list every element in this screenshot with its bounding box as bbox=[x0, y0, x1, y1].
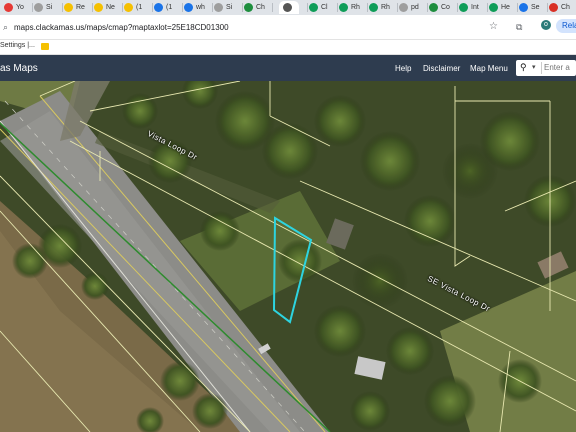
browser-tab[interactable] bbox=[279, 1, 299, 14]
tab-favicon-icon bbox=[34, 3, 43, 12]
search-icon[interactable]: ⚲ bbox=[520, 62, 527, 73]
tab-favicon-icon bbox=[283, 3, 292, 12]
tab-separator bbox=[337, 3, 338, 12]
tab-favicon-icon bbox=[309, 3, 318, 12]
tab-favicon-icon bbox=[519, 3, 528, 12]
tab-favicon-icon bbox=[244, 3, 253, 12]
tab-favicon-icon bbox=[459, 3, 468, 12]
tab-favicon-icon bbox=[154, 3, 163, 12]
tab-separator bbox=[272, 3, 273, 12]
tab-separator bbox=[62, 3, 63, 12]
browser-tab[interactable]: wh bbox=[184, 1, 205, 14]
browser-tab[interactable]: Rh bbox=[369, 1, 390, 14]
tab-label: Int bbox=[471, 4, 479, 11]
browser-tab[interactable]: Co bbox=[429, 1, 450, 14]
tab-label: Ne bbox=[106, 4, 115, 11]
site-info-icon[interactable]: ⌕ bbox=[3, 22, 8, 33]
tab-separator bbox=[457, 3, 458, 12]
search-divider bbox=[541, 62, 542, 74]
tab-separator bbox=[32, 3, 33, 12]
tab-separator bbox=[92, 3, 93, 12]
tab-label: wh bbox=[196, 4, 205, 11]
nav-map-menu[interactable]: Map Menu bbox=[470, 64, 508, 73]
bookmark-folder-icon[interactable] bbox=[41, 43, 49, 50]
tab-label: He bbox=[501, 4, 510, 11]
tab-favicon-icon bbox=[549, 3, 558, 12]
extensions-icon[interactable]: ⧉ bbox=[516, 22, 522, 33]
tab-favicon-icon bbox=[429, 3, 438, 12]
tab-separator bbox=[152, 3, 153, 12]
tab-label: Yo bbox=[16, 4, 24, 11]
browser-tab[interactable]: Ne bbox=[94, 1, 115, 14]
search-box: ⚲ ▾ bbox=[516, 60, 576, 76]
tab-label: Cl bbox=[321, 4, 328, 11]
tab-label: Ch bbox=[561, 4, 570, 11]
map-canvas[interactable]: Vista Loop Dr SE Vista Loop Dr bbox=[0, 81, 576, 432]
browser-tab[interactable]: Int bbox=[459, 1, 479, 14]
address-bar: ⌕ maps.clackamas.us/maps/cmap?maptaxlot=… bbox=[0, 15, 576, 40]
tab-separator bbox=[427, 3, 428, 12]
tab-label: Co bbox=[441, 4, 450, 11]
tab-favicon-icon bbox=[184, 3, 193, 12]
profile-avatar[interactable]: o bbox=[541, 20, 551, 30]
app-header: as Maps Help Disclaimer Map Menu ⚲ ▾ bbox=[0, 55, 576, 81]
tab-label: Si bbox=[226, 4, 233, 11]
tab-separator bbox=[122, 3, 123, 12]
tab-separator bbox=[307, 3, 308, 12]
url-field[interactable]: maps.clackamas.us/maps/cmap?maptaxlot=25… bbox=[14, 23, 229, 32]
browser-tab[interactable]: Si bbox=[34, 1, 52, 14]
tab-favicon-icon bbox=[369, 3, 378, 12]
tab-label: Ch bbox=[256, 4, 265, 11]
tab-favicon-icon bbox=[489, 3, 498, 12]
browser-tab[interactable]: Cl bbox=[309, 1, 328, 14]
tab-favicon-icon bbox=[124, 3, 133, 12]
aerial-imagery bbox=[0, 81, 576, 432]
browser-tab[interactable]: Ch bbox=[244, 1, 265, 14]
tab-label: (1 bbox=[166, 4, 173, 11]
tab-separator bbox=[547, 3, 548, 12]
tab-favicon-icon bbox=[4, 3, 13, 12]
tab-label: (1 bbox=[136, 4, 143, 11]
tab-label: Si bbox=[46, 4, 53, 11]
tab-separator bbox=[367, 3, 368, 12]
browser-tab[interactable]: Si bbox=[214, 1, 232, 14]
browser-tab[interactable]: Rh bbox=[339, 1, 360, 14]
browser-tab[interactable]: Re bbox=[64, 1, 85, 14]
tab-strip: Yo Si Re Ne (1 (1 wh Si Ch Cl Rh Rh pd Co Int He Se Ch bbox=[0, 0, 576, 15]
bookmarks-bar: Settings |... bbox=[0, 40, 576, 55]
browser-tab[interactable]: Ch bbox=[549, 1, 570, 14]
tab-separator bbox=[397, 3, 398, 12]
tab-label: pd bbox=[411, 4, 419, 11]
browser-tab[interactable]: He bbox=[489, 1, 510, 14]
tab-favicon-icon bbox=[64, 3, 73, 12]
bookmark-star-icon[interactable]: ☆ bbox=[489, 21, 498, 32]
browser-tab[interactable]: Se bbox=[519, 1, 540, 14]
tab-favicon-icon bbox=[214, 3, 223, 12]
app-title: as Maps bbox=[0, 63, 38, 74]
nav-disclaimer[interactable]: Disclaimer bbox=[423, 64, 460, 73]
browser-tab[interactable]: (1 bbox=[124, 1, 142, 14]
browser-tab[interactable]: (1 bbox=[154, 1, 172, 14]
chevron-down-icon[interactable]: ▾ bbox=[532, 63, 536, 71]
browser-tab[interactable]: Yo bbox=[4, 1, 24, 14]
relaunch-button[interactable]: Rela bbox=[556, 19, 576, 33]
tab-favicon-icon bbox=[399, 3, 408, 12]
tab-separator bbox=[487, 3, 488, 12]
browser-tab[interactable]: pd bbox=[399, 1, 419, 14]
tab-label: Rh bbox=[381, 4, 390, 11]
tab-label: Re bbox=[76, 4, 85, 11]
nav-help[interactable]: Help bbox=[395, 64, 411, 73]
tab-separator bbox=[212, 3, 213, 12]
tab-separator bbox=[242, 3, 243, 12]
tab-label: Se bbox=[531, 4, 540, 11]
tab-favicon-icon bbox=[94, 3, 103, 12]
bookmark-settings[interactable]: Settings |... bbox=[0, 42, 35, 49]
tab-separator bbox=[517, 3, 518, 12]
tab-favicon-icon bbox=[339, 3, 348, 12]
search-input[interactable] bbox=[544, 61, 574, 74]
tab-label: Rh bbox=[351, 4, 360, 11]
tab-separator bbox=[182, 3, 183, 12]
